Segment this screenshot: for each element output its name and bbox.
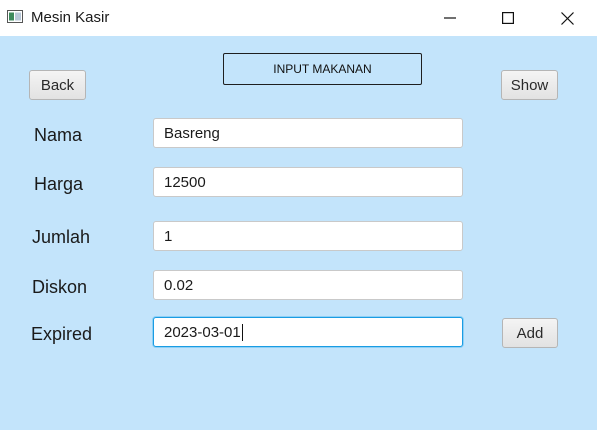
diskon-label: Diskon [32, 277, 88, 297]
harga-value: 12500 [164, 173, 206, 191]
app-icon [7, 10, 23, 23]
expired-label: Expired [31, 324, 93, 344]
maximize-button[interactable] [485, 0, 531, 36]
window-bottom-edge [0, 430, 597, 434]
harga-label: Harga [34, 174, 84, 194]
expired-value: 2023-03-01 [164, 323, 241, 341]
jumlah-value: 1 [164, 227, 173, 245]
page-title: INPUT MAKANAN [223, 53, 422, 85]
maximize-icon [502, 12, 514, 24]
window-title: Mesin Kasir [31, 9, 110, 26]
harga-field[interactable]: 12500 [153, 167, 463, 197]
close-icon [560, 11, 574, 25]
show-button[interactable]: Show [501, 70, 558, 100]
nama-label: Nama [34, 125, 83, 145]
minimize-icon [444, 17, 456, 19]
add-button[interactable]: Add [502, 318, 558, 348]
minimize-button[interactable] [427, 0, 473, 36]
diskon-field[interactable]: 0.02 [153, 270, 463, 300]
jumlah-label: Jumlah [32, 227, 91, 247]
text-cursor [241, 323, 243, 341]
diskon-value: 0.02 [164, 276, 194, 294]
jumlah-field[interactable]: 1 [153, 221, 463, 251]
close-button[interactable] [544, 0, 590, 36]
nama-value: Basreng [164, 124, 220, 142]
title-bar: Mesin Kasir [0, 0, 597, 36]
nama-field[interactable]: Basreng [153, 118, 463, 148]
expired-field[interactable]: 2023-03-01 [153, 317, 463, 347]
back-button[interactable]: Back [29, 70, 86, 100]
app-window: Mesin Kasir Back INPUT MAKANAN Show Nama… [0, 0, 597, 434]
